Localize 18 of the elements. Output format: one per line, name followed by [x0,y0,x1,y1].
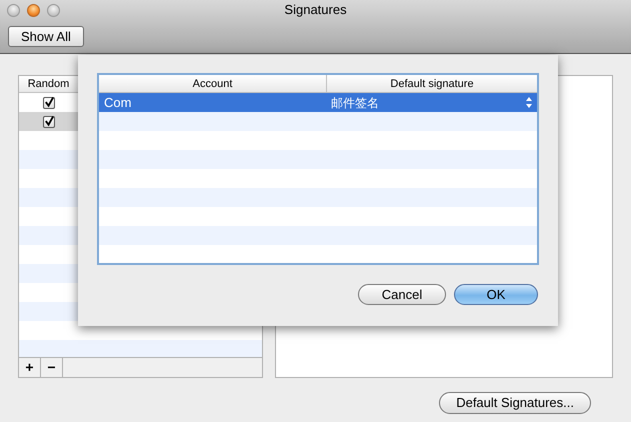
add-button[interactable]: + [19,358,41,377]
show-all-button[interactable]: Show All [8,26,84,47]
account-cell-text: Com [103,94,132,112]
window-control-icon[interactable] [7,4,20,16]
window-control-icon[interactable] [47,4,60,16]
column-header[interactable]: Default signature [327,75,537,92]
cancel-button[interactable]: Cancel [358,284,446,305]
default-signatures-button[interactable]: Default Signatures... [439,392,591,414]
ok-button[interactable]: OK [454,284,538,305]
checkbox[interactable] [43,96,55,108]
signature-popup[interactable]: 邮件签名 [327,94,537,112]
stepper-icon [526,97,532,108]
window-title: Signatures [284,1,347,20]
checkbox[interactable] [43,116,55,128]
table-row[interactable]: Com 邮件签名 [99,93,537,112]
column-header[interactable]: Account [99,75,327,92]
remove-button[interactable]: − [41,358,63,377]
window-control-icon[interactable] [27,4,40,16]
